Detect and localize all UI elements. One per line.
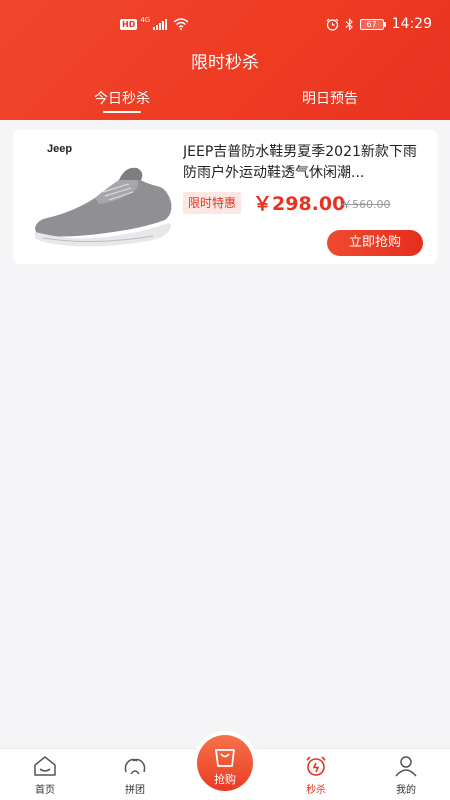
buy-now-button[interactable]: 立即抢购: [327, 230, 423, 256]
alarm-icon: [326, 18, 339, 31]
tabbar-item-flash-sale[interactable]: 秒杀: [281, 755, 351, 796]
tabbar-label-group: 拼团: [125, 785, 145, 796]
battery-level: 67: [359, 18, 384, 30]
page-title: 限时秒杀: [191, 53, 259, 73]
tabbar-item-home[interactable]: 首页: [10, 755, 80, 796]
header: HD 4G 67 14:29 限时秒杀 今日秒杀 明日预告: [0, 0, 450, 120]
brand-logo: Jeep: [47, 143, 73, 155]
tabbar-item-mine[interactable]: 我的: [371, 755, 441, 796]
tab-today[interactable]: 今日秒杀: [52, 88, 192, 108]
original-price: ￥560.00: [341, 198, 391, 211]
product-card[interactable]: Jeep JEEP吉普防水鞋男夏季2021新款下雨防雨户外运动鞋透气休闲潮...…: [13, 130, 437, 264]
center-tab-button: 抢购: [193, 731, 257, 795]
active-tab-indicator: [103, 111, 141, 113]
wifi-icon: [173, 18, 189, 30]
product-image[interactable]: Jeep: [33, 140, 177, 254]
tabbar-label-mine: 我的: [396, 785, 416, 796]
group-icon: [124, 758, 146, 775]
sneaker-image: [35, 167, 172, 247]
tab-tomorrow[interactable]: 明日预告: [260, 88, 400, 108]
tabbar-label-flash-sale: 秒杀: [306, 785, 326, 796]
bluetooth-icon: [345, 17, 353, 31]
status-time: 14:29: [391, 16, 432, 32]
shopping-bag-icon: [215, 749, 235, 767]
hd-badge: HD: [120, 18, 138, 30]
network-type: 4G: [140, 16, 151, 24]
signal-icon: [153, 18, 168, 30]
alarm-clock-icon: [306, 756, 326, 776]
sale-price: ￥298.00: [253, 193, 346, 215]
user-icon: [395, 756, 417, 777]
tabbar-label-home: 首页: [35, 785, 55, 796]
tabbar-item-group[interactable]: 拼团: [100, 755, 170, 796]
tabbar-item-rush-buy[interactable]: 抢购: [197, 735, 253, 791]
product-name[interactable]: JEEP吉普防水鞋男夏季2021新款下雨防雨户外运动鞋透气休闲潮...: [183, 142, 423, 184]
promo-tag: 限时特惠: [183, 192, 242, 214]
tabbar-label-rush-buy: 抢购: [214, 773, 236, 786]
tab-bar: 今日秒杀 明日预告: [0, 88, 450, 118]
battery-icon: 67: [359, 18, 386, 30]
status-bar: HD 4G 67 14:29: [0, 0, 450, 42]
home-icon: [34, 756, 56, 776]
